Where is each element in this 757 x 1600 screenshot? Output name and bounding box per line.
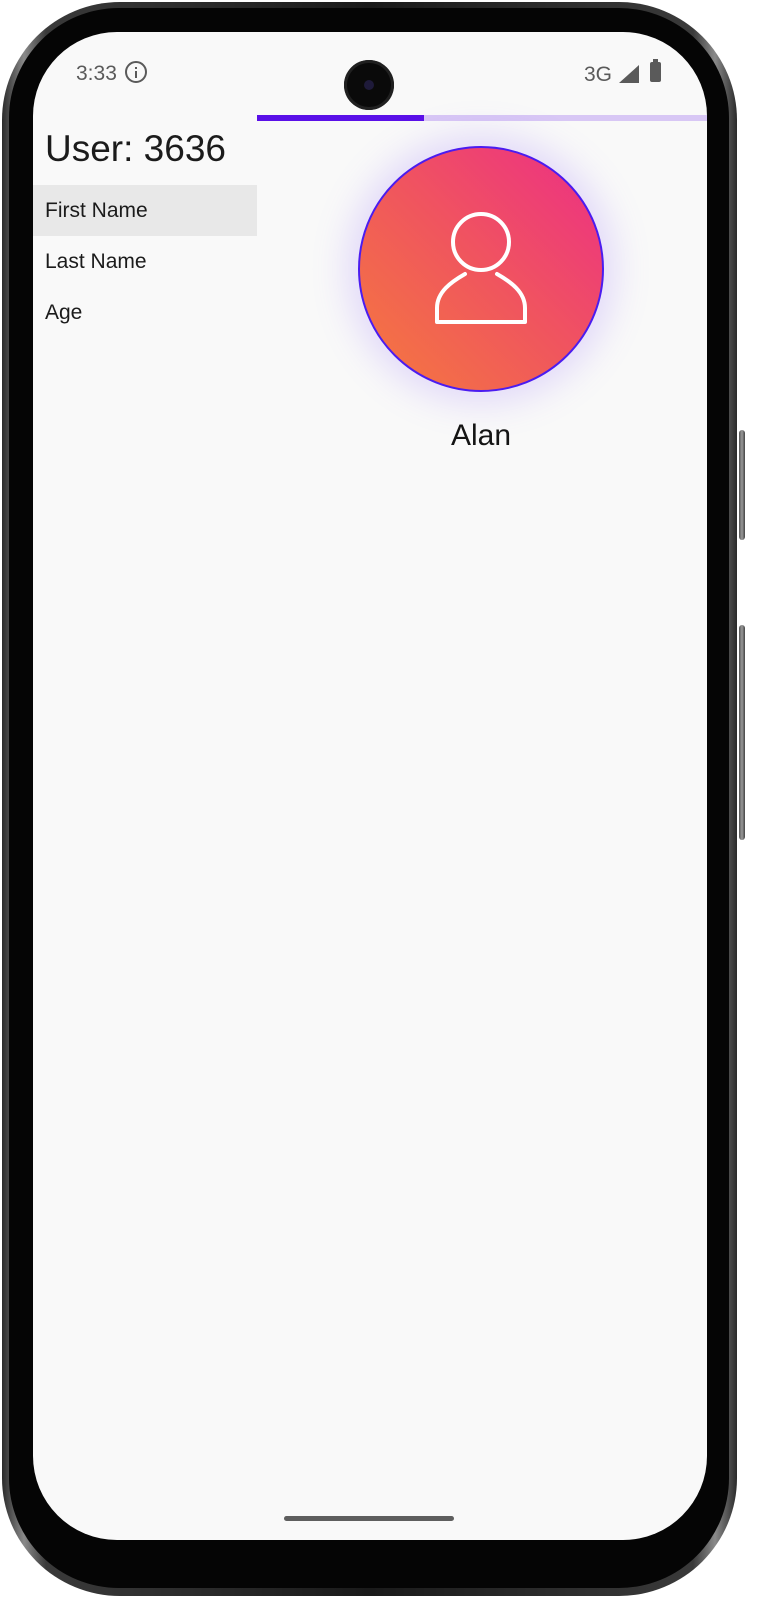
battery-icon: [650, 59, 661, 82]
field-item-label: Last Name: [45, 250, 147, 273]
field-item-age[interactable]: Age: [33, 287, 257, 338]
field-list: First Name Last Name Age: [33, 185, 257, 338]
status-time: 3:33: [76, 62, 117, 85]
network-type-label: 3G: [584, 63, 613, 86]
signal-icon: [619, 65, 639, 83]
user-title: User: 3636: [45, 128, 226, 169]
front-camera: [344, 60, 394, 110]
home-indicator[interactable]: [284, 1516, 454, 1521]
info-icon: [125, 61, 147, 83]
field-item-last-name[interactable]: Last Name: [33, 236, 257, 287]
volume-button: [739, 430, 745, 540]
app-screen: 3:33 3G User: 3636 First Name Last Name …: [33, 32, 707, 1540]
user-name: Alan: [450, 419, 512, 452]
field-item-label: First Name: [45, 199, 148, 222]
field-item-label: Age: [45, 301, 83, 324]
page-progress-fill: [257, 115, 424, 121]
user-avatar[interactable]: [358, 146, 604, 392]
power-button: [739, 625, 745, 840]
field-item-first-name[interactable]: First Name: [33, 185, 257, 236]
status-bar: 3:33 3G: [33, 32, 707, 112]
person-icon: [435, 212, 527, 324]
phone-device: 3:33 3G User: 3636 First Name Last Name …: [0, 0, 757, 1600]
page-progress-indicator: [257, 115, 707, 121]
